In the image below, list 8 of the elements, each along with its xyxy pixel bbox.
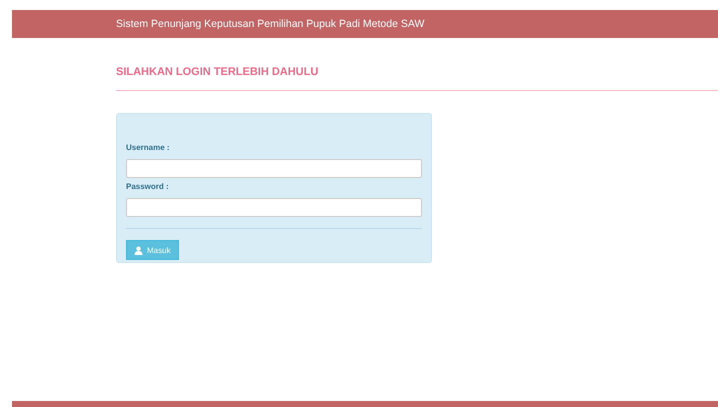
app-title: Sistem Penunjang Keputusan Pemilihan Pupuk Padi Metode SAW <box>116 18 424 30</box>
page-heading: SILAHKAN LOGIN TERLEBIH DAHULU <box>116 66 718 91</box>
input-field[interactable] <box>126 198 422 217</box>
field-label: Username : <box>126 143 171 153</box>
user-icon <box>134 246 143 254</box>
field-label: Password : <box>126 182 170 192</box>
input-field[interactable] <box>126 159 422 178</box>
login-button[interactable]: Masuk <box>126 240 179 260</box>
